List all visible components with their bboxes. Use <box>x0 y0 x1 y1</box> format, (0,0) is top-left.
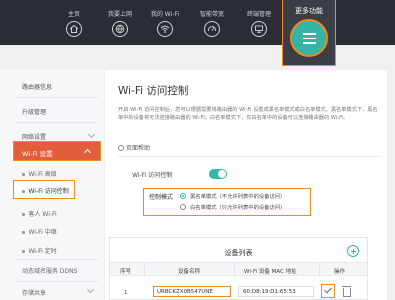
sidebar-item-label: 网络设置 <box>22 134 47 141</box>
sidebar-item-router-info[interactable]: 路由器信息 <box>0 74 104 96</box>
bullet-icon <box>22 213 25 216</box>
main-panel: Wi-Fi 访问控制 开启 Wi-Fi 访问控制后，您可以根据需要将路由器的 W… <box>105 70 387 300</box>
sidebar-item-label: 存储共享 <box>22 290 47 297</box>
nav-internet-label: 我要上网 <box>107 11 132 18</box>
sidebar-divider <box>16 281 98 282</box>
column-divider <box>319 263 320 277</box>
nav-home-label: 主页 <box>67 11 80 18</box>
sidebar-subitem-label: Wi-Fi 访问控制 <box>22 186 69 195</box>
page-help-link[interactable]: 页面帮助 <box>118 143 150 152</box>
nav-my-wifi-label: 我的 Wi-Fi <box>150 11 180 18</box>
confirm-button[interactable] <box>321 284 335 298</box>
devices-icon <box>251 21 267 37</box>
wifi-icon <box>157 21 173 37</box>
device-table-header: 序号 设备名称 Wi-Fi 设备 MAC 地址 操作 <box>110 262 367 277</box>
sidebar-item-storage-share[interactable]: 存储共享 <box>22 288 46 297</box>
sidebar-subitem-wifi-schedule[interactable]: Wi-Fi 定时 <box>22 246 57 255</box>
bullet-icon <box>22 231 25 234</box>
sidebar-subitem-label: Wi-Fi 中继 <box>28 229 57 236</box>
nav-smart-bandwidth[interactable]: 智能带宽 <box>189 0 235 45</box>
bullet-icon <box>22 190 25 193</box>
column-header: 序号 <box>120 269 132 275</box>
device-list-title: 设备列表 <box>224 249 253 257</box>
device-list-card: 设备列表 序号 设备名称 Wi-Fi 设备 MAC 地址 操作 1 URBCKZ… <box>109 237 368 300</box>
sidebar-divider <box>16 122 98 123</box>
chevron-up-icon <box>83 148 92 157</box>
sidebar-subitem-label: 客人 Wi-Fi <box>28 211 57 218</box>
sidebar-subitem-guest-wifi[interactable]: 客人 Wi-Fi <box>22 209 57 218</box>
row-index: 1 <box>124 290 128 296</box>
page-title: Wi-Fi 访问控制 <box>118 85 189 97</box>
nav-more-label: 更多功能 <box>295 7 323 15</box>
nav-internet[interactable]: 我要上网 <box>97 0 143 45</box>
sidebar-subitem-label: Wi-Fi 高级 <box>28 171 57 178</box>
table-row: 1 URBCKZX0B547UNE 60:D8:19:D1:65:53 <box>110 276 367 300</box>
nav-smart-bandwidth-label: 智能带宽 <box>199 11 224 18</box>
column-header: 操作 <box>334 269 346 275</box>
nav-more-functions[interactable]: 更多功能 <box>282 0 336 66</box>
sidebar-subitem-wifi-access-control[interactable]: Wi-Fi 访问控制 <box>13 180 75 199</box>
whitelist-radio-label[interactable]: 白名单模式（只允许列表中的设备访问） <box>190 203 285 211</box>
add-device-button[interactable] <box>347 245 359 257</box>
column-header: Wi-Fi 设备 MAC 地址 <box>244 269 297 275</box>
nav-home[interactable]: 主页 <box>51 0 97 45</box>
gauge-icon <box>204 21 220 37</box>
sidebar-item-label: 升级管理 <box>22 109 47 116</box>
bullet-icon <box>22 250 25 253</box>
help-icon <box>118 145 124 151</box>
device-name-value: URBCKZX0B547UNE <box>157 289 213 295</box>
column-divider <box>234 263 235 277</box>
column-divider <box>144 263 145 277</box>
column-header: 设备名称 <box>178 269 201 275</box>
sidebar-subitem-text: Wi-Fi 访问控制 <box>28 188 69 195</box>
device-mac-field[interactable]: 60:D8:19:D1:65:53 <box>238 286 314 297</box>
sidebar-divider <box>16 97 98 98</box>
globe-icon <box>112 21 128 37</box>
device-mac-value: 60:D8:19:D1:65:53 <box>243 289 296 295</box>
sidebar-subitem-wifi-relay[interactable]: Wi-Fi 中继 <box>22 227 57 236</box>
blacklist-radio-label[interactable]: 黑名单模式（不允许列表中的设备访问） <box>190 192 285 200</box>
page-description: 开启 Wi-Fi 访问控制后，您可以根据需要将路由器的 Wi-Fi 设置成黑名单… <box>118 107 378 121</box>
device-name-field[interactable]: URBCKZX0B547UNE <box>153 286 231 297</box>
sidebar-item-wifi-settings[interactable]: Wi-Fi 设置 <box>13 141 101 161</box>
control-mode-label: 控制模式 <box>149 194 174 201</box>
page-help-label: 页面帮助 <box>126 145 151 152</box>
chevron-down-icon <box>87 130 96 139</box>
nav-terminal-management-label: 终端管理 <box>246 11 271 18</box>
sidebar-item-upgrade[interactable]: 升级管理 <box>0 99 104 121</box>
sidebar-item-label: Wi-Fi 设置 <box>22 150 53 158</box>
bullet-icon <box>22 173 25 176</box>
nav-terminal-management[interactable]: 终端管理 <box>236 0 282 45</box>
sidebar-item-label: 路由器信息 <box>22 84 53 91</box>
sidebar-item-label: 动态域名服务 DDNS <box>22 268 78 275</box>
nav-my-wifi[interactable]: 我的 Wi-Fi <box>142 0 188 45</box>
access-control-label: Wi-Fi 访问控制 <box>132 172 173 179</box>
trash-icon[interactable] <box>342 285 351 297</box>
whitelist-radio[interactable] <box>180 204 186 210</box>
control-mode-group: 控制模式 黑名单模式（不允许列表中的设备访问） 白名单模式（只允许列表中的设备访… <box>143 188 311 216</box>
divider <box>118 156 380 157</box>
home-icon <box>66 21 82 37</box>
sidebar-divider <box>16 259 98 260</box>
access-control-toggle[interactable] <box>209 169 227 179</box>
blacklist-radio[interactable] <box>180 193 186 199</box>
sidebar-subitem-label: Wi-Fi 定时 <box>28 248 57 255</box>
sidebar-subitem-wifi-advanced[interactable]: Wi-Fi 高级 <box>22 169 57 178</box>
sidebar-item-ddns[interactable]: 动态域名服务 DDNS <box>22 266 77 275</box>
menu-icon[interactable] <box>290 19 328 57</box>
toggle-knob <box>218 170 226 178</box>
